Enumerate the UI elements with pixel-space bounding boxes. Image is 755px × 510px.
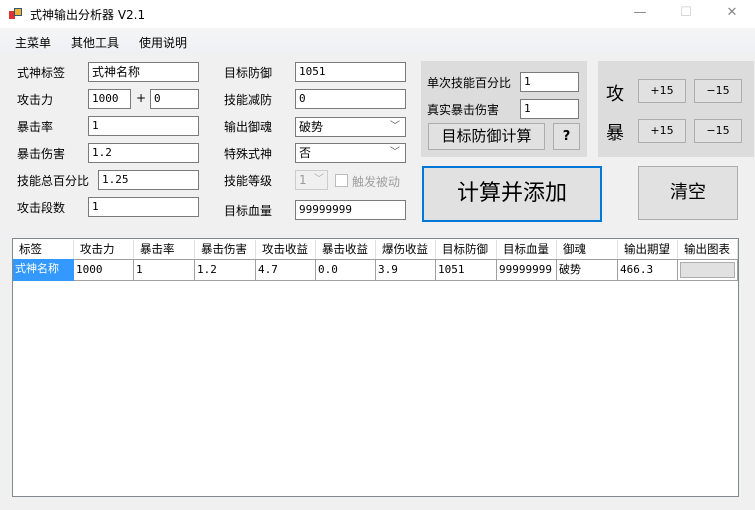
table-cell[interactable]: 3.9 (376, 259, 436, 281)
attack-adjust-label: 攻 (606, 84, 624, 105)
crit-adjust-label: 暴 (606, 123, 624, 144)
crit-damage-input[interactable]: 1.2 (88, 143, 199, 163)
column-header[interactable]: 爆伤收益 (376, 240, 436, 259)
column-header[interactable]: 暴击率 (134, 240, 195, 259)
shikigami-label-input[interactable]: 式神名称 (88, 62, 199, 82)
skill-level-value: 1 (299, 173, 307, 187)
menu-help[interactable]: 使用说明 (139, 34, 187, 51)
chevron-down-icon: ﹀ (390, 147, 400, 158)
trigger-passive-label: 触发被动 (352, 175, 401, 189)
attack-input[interactable]: 1000 (88, 89, 131, 109)
column-header[interactable]: 目标防御 (436, 240, 497, 259)
column-header[interactable]: 攻击力 (74, 240, 134, 259)
help-button[interactable]: ? (553, 123, 580, 150)
table-cell[interactable]: 466.3 (618, 259, 678, 281)
skill-def-reduce-label: 技能减防 (224, 93, 273, 107)
attack-label: 攻击力 (17, 93, 54, 107)
special-value: 否 (299, 146, 312, 160)
column-header[interactable]: 御魂 (557, 240, 618, 259)
window-title: 式神输出分析器 V2.1 (30, 8, 146, 22)
crit-plus-button[interactable]: +15 (638, 119, 686, 143)
target-hp-label: 目标血量 (224, 204, 273, 218)
table-cell[interactable]: 式神名称 (13, 259, 74, 281)
app-icon (9, 8, 22, 20)
soul-select[interactable]: 破势 ﹀ (295, 117, 406, 137)
chart-button-cell[interactable] (678, 259, 738, 281)
chevron-down-icon: ﹀ (314, 174, 324, 185)
calculate-add-button[interactable]: 计算并添加 (422, 166, 602, 222)
column-header[interactable]: 标签 (13, 240, 74, 259)
skill-percent-input[interactable]: 1.25 (98, 170, 199, 190)
table-cell[interactable]: 4.7 (256, 259, 316, 281)
column-header[interactable]: 输出图表 (678, 240, 738, 259)
column-header[interactable]: 暴击伤害 (195, 240, 256, 259)
table-cell[interactable]: 1051 (436, 259, 497, 281)
single-skill-input[interactable]: 1 (520, 72, 579, 92)
table-cell[interactable]: 破势 (557, 259, 618, 281)
table-cell[interactable]: 1.2 (195, 259, 256, 281)
attack-minus-button[interactable]: −15 (694, 79, 742, 103)
special-select[interactable]: 否 ﹀ (295, 143, 406, 163)
menu-tools[interactable]: 其他工具 (71, 34, 119, 51)
single-skill-label: 单次技能百分比 (427, 76, 512, 90)
maximize-button[interactable]: ☐ (663, 0, 709, 28)
target-defense-label: 目标防御 (224, 66, 273, 80)
column-header[interactable]: 攻击收益 (256, 240, 316, 259)
true-crit-input[interactable]: 1 (520, 99, 579, 119)
close-button[interactable]: ✕ (709, 0, 755, 28)
column-header[interactable]: 目标血量 (497, 240, 557, 259)
true-crit-label: 真实暴击伤害 (427, 103, 500, 117)
table-cell[interactable]: 1000 (74, 259, 134, 281)
chevron-down-icon: ﹀ (390, 121, 400, 132)
defense-calc-button[interactable]: 目标防御计算 (428, 123, 545, 150)
clear-button[interactable]: 清空 (638, 166, 738, 220)
crit-rate-label: 暴击率 (17, 120, 54, 134)
table-cell[interactable]: 1 (134, 259, 195, 281)
column-header[interactable]: 暴击收益 (316, 240, 376, 259)
special-label: 特殊式神 (224, 147, 273, 161)
crit-rate-input[interactable]: 1 (88, 116, 199, 136)
crit-damage-label: 暴击伤害 (17, 147, 66, 161)
soul-value: 破势 (299, 120, 324, 134)
attack-bonus-input[interactable]: 0 (150, 89, 199, 109)
column-header[interactable]: 输出期望 (618, 240, 678, 259)
table-cell[interactable]: 0.0 (316, 259, 376, 281)
plus-sign: + (136, 91, 147, 105)
shikigami-label-label: 式神标签 (17, 66, 66, 80)
soul-label: 输出御魂 (224, 120, 273, 134)
attack-plus-button[interactable]: +15 (638, 79, 686, 103)
trigger-passive-checkbox[interactable] (335, 174, 348, 187)
skill-percent-label: 技能总百分比 (17, 174, 90, 188)
target-defense-input[interactable]: 1051 (295, 62, 406, 82)
menu-main[interactable]: 主菜单 (15, 34, 51, 51)
crit-minus-button[interactable]: −15 (694, 119, 742, 143)
hit-count-label: 攻击段数 (17, 201, 66, 215)
target-hp-input[interactable]: 99999999 (295, 200, 406, 220)
hit-count-input[interactable]: 1 (88, 197, 199, 217)
chart-button[interactable] (680, 262, 735, 278)
skill-def-reduce-input[interactable]: 0 (295, 89, 406, 109)
skill-level-label: 技能等级 (224, 174, 273, 188)
minimize-button[interactable]: — (617, 0, 663, 28)
table-cell[interactable]: 99999999 (497, 259, 557, 281)
skill-level-select[interactable]: 1 ﹀ (295, 170, 328, 190)
